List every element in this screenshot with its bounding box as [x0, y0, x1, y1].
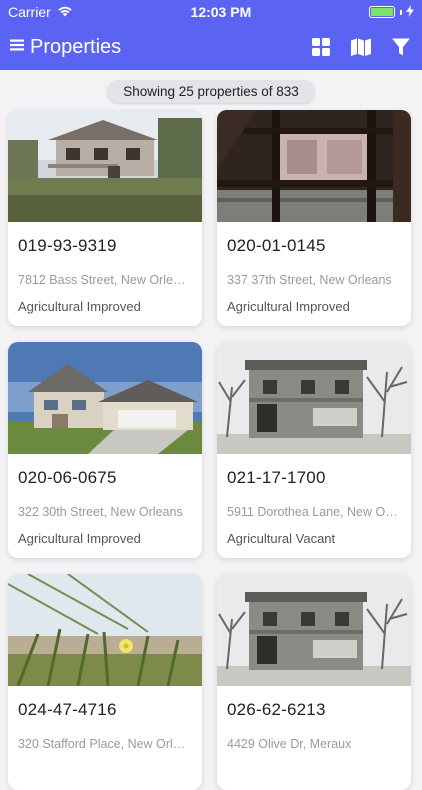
property-id: 019-93-9319 — [18, 236, 117, 255]
property-address: 4429 Olive Dr, Meraux — [227, 737, 352, 751]
property-type: Agricultural Improved — [18, 531, 141, 546]
property-type: Agricultural Improved — [18, 299, 141, 314]
menu-button[interactable]: Properties — [10, 36, 121, 59]
property-photo — [217, 342, 411, 454]
carrier-label: Carrier — [8, 4, 51, 20]
property-address: 7812 Bass Street, New Orleans — [18, 273, 192, 287]
clock: 12:03 PM — [190, 4, 252, 20]
nav-bar: Properties — [0, 24, 422, 70]
results-count: Showing 25 properties of 833 — [107, 80, 315, 103]
battery-tip — [399, 9, 402, 15]
property-card[interactable]: 021-17-1700 5911 Dorothea Lane, New Orle… — [217, 342, 411, 558]
status-left: Carrier — [8, 4, 73, 20]
wifi-icon — [57, 4, 73, 20]
page-title: Properties — [30, 35, 122, 58]
property-id: 024-47-4716 — [18, 700, 117, 719]
charging-icon — [405, 4, 414, 20]
property-id: 021-17-1700 — [227, 468, 326, 487]
property-photo — [217, 574, 411, 686]
property-photo — [8, 110, 202, 222]
property-card[interactable]: 024-47-4716 320 Stafford Place, New Orle… — [8, 574, 202, 790]
property-photo — [8, 342, 202, 454]
property-card[interactable]: 026-62-6213 4429 Olive Dr, Meraux — [217, 574, 411, 790]
property-type: Agricultural Improved — [227, 299, 350, 314]
grid-view-icon[interactable] — [310, 36, 332, 58]
property-address: 322 30th Street, New Orleans — [18, 505, 183, 519]
property-card[interactable]: 020-01-0145 337 37th Street, New Orleans… — [217, 110, 411, 326]
property-type: Agricultural Vacant — [227, 531, 336, 546]
battery-icon — [368, 6, 395, 18]
property-address: 320 Stafford Place, New Orleans — [18, 737, 192, 751]
property-card[interactable]: 020-06-0675 322 30th Street, New Orleans… — [8, 342, 202, 558]
summary-bar: Showing 25 properties of 833 — [0, 70, 422, 103]
property-photo — [217, 110, 411, 222]
filter-icon[interactable] — [390, 36, 412, 58]
property-address: 337 37th Street, New Orleans — [227, 273, 392, 287]
status-right — [368, 4, 414, 20]
property-address: 5911 Dorothea Lane, New Orleans — [227, 505, 401, 519]
property-id: 020-06-0675 — [18, 468, 117, 487]
status-bar: Carrier 12:03 PM — [0, 0, 422, 24]
nav-actions — [310, 36, 412, 58]
property-grid: 019-93-9319 7812 Bass Street, New Orlean… — [8, 110, 414, 790]
property-card[interactable]: 019-93-9319 7812 Bass Street, New Orlean… — [8, 110, 202, 326]
property-id: 020-01-0145 — [227, 236, 326, 255]
map-icon[interactable] — [350, 36, 372, 58]
property-id: 026-62-6213 — [227, 700, 326, 719]
menu-icon — [10, 38, 24, 56]
property-photo — [8, 574, 202, 686]
